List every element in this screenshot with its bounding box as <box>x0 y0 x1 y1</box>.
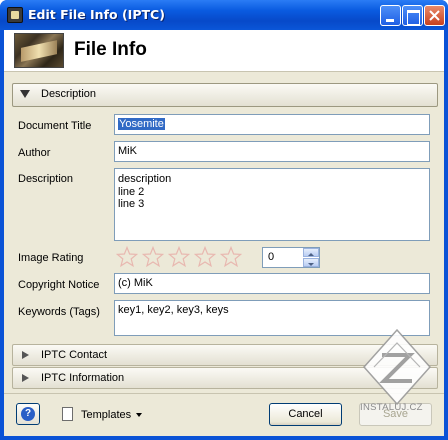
author-label: Author <box>18 147 51 159</box>
author-value: MiK <box>118 145 137 157</box>
help-button[interactable]: ? <box>16 403 40 425</box>
section-iptc-information-header[interactable]: IPTC Information <box>12 367 438 389</box>
collapsed-arrow-icon <box>22 351 29 359</box>
keywords-value: key1, key2, key3, keys <box>118 304 229 316</box>
collapsed-arrow-icon <box>22 374 29 382</box>
expanded-arrow-icon <box>20 90 30 98</box>
close-button[interactable] <box>424 5 445 26</box>
copyright-label: Copyright Notice <box>18 279 100 291</box>
dialog-content: File Info Description Document Title Yos… <box>4 30 444 436</box>
author-field[interactable]: MiK <box>114 141 430 162</box>
section-description-label: Description <box>41 88 97 100</box>
document-title-value: Yosemite <box>118 118 165 130</box>
section-description-header[interactable]: Description <box>12 83 438 107</box>
arrow-down-icon <box>308 263 314 266</box>
star-2-icon[interactable] <box>142 246 164 268</box>
keywords-label: Keywords (Tags) <box>18 306 100 318</box>
watermark-text: INSTALUJ.CZ <box>360 402 423 413</box>
description-value: description line 2 line 3 <box>118 173 172 210</box>
maximize-button[interactable] <box>402 5 423 26</box>
star-4-icon[interactable] <box>194 246 216 268</box>
dialog-window: Edit File Info (IPTC) File Info Descript… <box>0 0 448 440</box>
document-title-field[interactable]: Yosemite <box>114 114 430 135</box>
section-iptc-contact-header[interactable]: IPTC Contact <box>12 344 438 366</box>
window-title: Edit File Info (IPTC) <box>28 7 165 22</box>
minimize-button[interactable] <box>380 5 401 26</box>
help-icon: ? <box>21 407 35 421</box>
section-iptc-information-label: IPTC Information <box>41 372 125 384</box>
templates-label: Templates <box>81 409 132 421</box>
arrow-up-icon <box>308 253 314 256</box>
title-bar[interactable]: Edit File Info (IPTC) <box>0 0 448 30</box>
document-title-label: Document Title <box>18 120 92 132</box>
app-icon <box>7 7 23 23</box>
photo-thumbnail <box>14 33 64 68</box>
dialog-header: File Info <box>4 30 444 72</box>
description-label: Description <box>18 173 74 185</box>
section-iptc-contact-label: IPTC Contact <box>41 349 108 361</box>
keywords-field[interactable]: key1, key2, key3, keys <box>114 300 430 336</box>
dropdown-caret-icon <box>136 413 142 417</box>
description-field[interactable]: description line 2 line 3 <box>114 168 430 241</box>
footer-divider <box>4 393 444 394</box>
copyright-value: (c) MiK <box>118 277 153 289</box>
star-5-icon[interactable] <box>220 246 242 268</box>
image-rating-label: Image Rating <box>18 252 84 264</box>
spin-down-button[interactable] <box>303 258 319 267</box>
document-icon <box>62 407 73 421</box>
star-3-icon[interactable] <box>168 246 190 268</box>
star-1-icon[interactable] <box>116 246 138 268</box>
page-title: File Info <box>74 39 147 60</box>
spin-up-button[interactable] <box>303 248 319 257</box>
cancel-button[interactable]: Cancel <box>269 403 342 426</box>
close-icon <box>429 10 440 21</box>
copyright-field[interactable]: (c) MiK <box>114 273 430 294</box>
rating-spinner[interactable]: 0 <box>262 247 320 268</box>
rating-spinner-value: 0 <box>268 251 275 263</box>
